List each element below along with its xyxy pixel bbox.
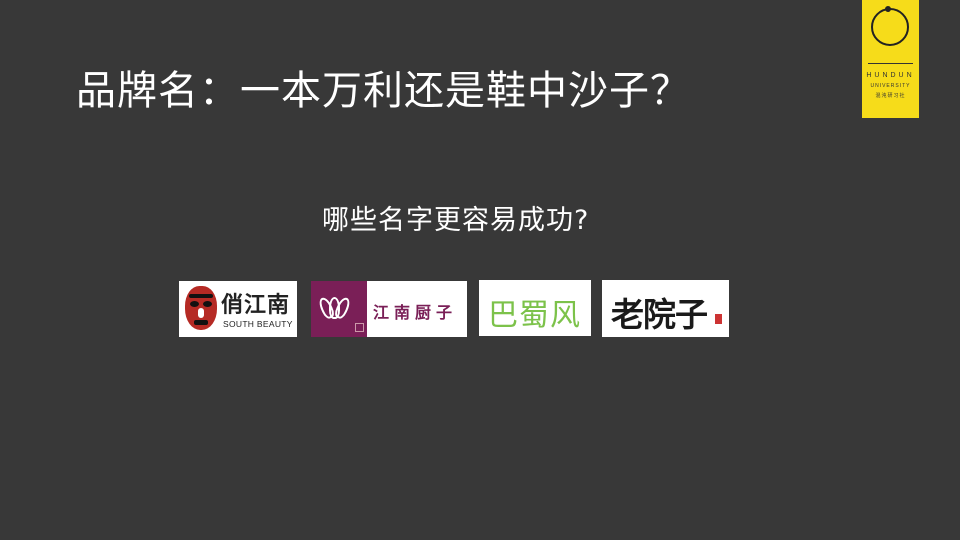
brand-emblem bbox=[311, 281, 367, 337]
brand-name: 老院子 bbox=[611, 295, 708, 334]
seal-icon bbox=[355, 323, 364, 332]
brand-card-south-beauty: 俏江南 SOUTH BEAUTY bbox=[179, 281, 297, 337]
slide-title: 品牌名：一本万利还是鞋中沙子？ bbox=[76, 68, 691, 114]
brand-subtitle: SOUTH BEAUTY bbox=[223, 319, 293, 329]
brand-card-bashufeng: 巴蜀风 bbox=[479, 280, 591, 336]
brand-name: 巴蜀风 bbox=[488, 298, 581, 333]
slide-question: 哪些名字更容易成功? bbox=[322, 205, 590, 236]
opera-mask-icon bbox=[185, 286, 217, 330]
brand-card-lao-yuanzi: 老院子 bbox=[602, 280, 729, 337]
brand-card-jiangnan-chuzi: 江南厨子 bbox=[311, 281, 467, 337]
brand-name: 江南厨子 bbox=[373, 303, 458, 322]
logo-circle-icon bbox=[871, 6, 909, 46]
logo-line1: HUNDUN bbox=[866, 72, 915, 79]
seal-icon bbox=[715, 314, 722, 324]
brand-name: 俏江南 bbox=[221, 293, 291, 318]
logo-line2: UNIVERSITY bbox=[870, 83, 911, 89]
hundun-university-logo: HUNDUN UNIVERSITY 混沌研习社 bbox=[862, 0, 919, 118]
logo-divider bbox=[868, 63, 913, 64]
logo-line3: 混沌研习社 bbox=[875, 93, 906, 99]
lotus-icon bbox=[316, 295, 353, 321]
